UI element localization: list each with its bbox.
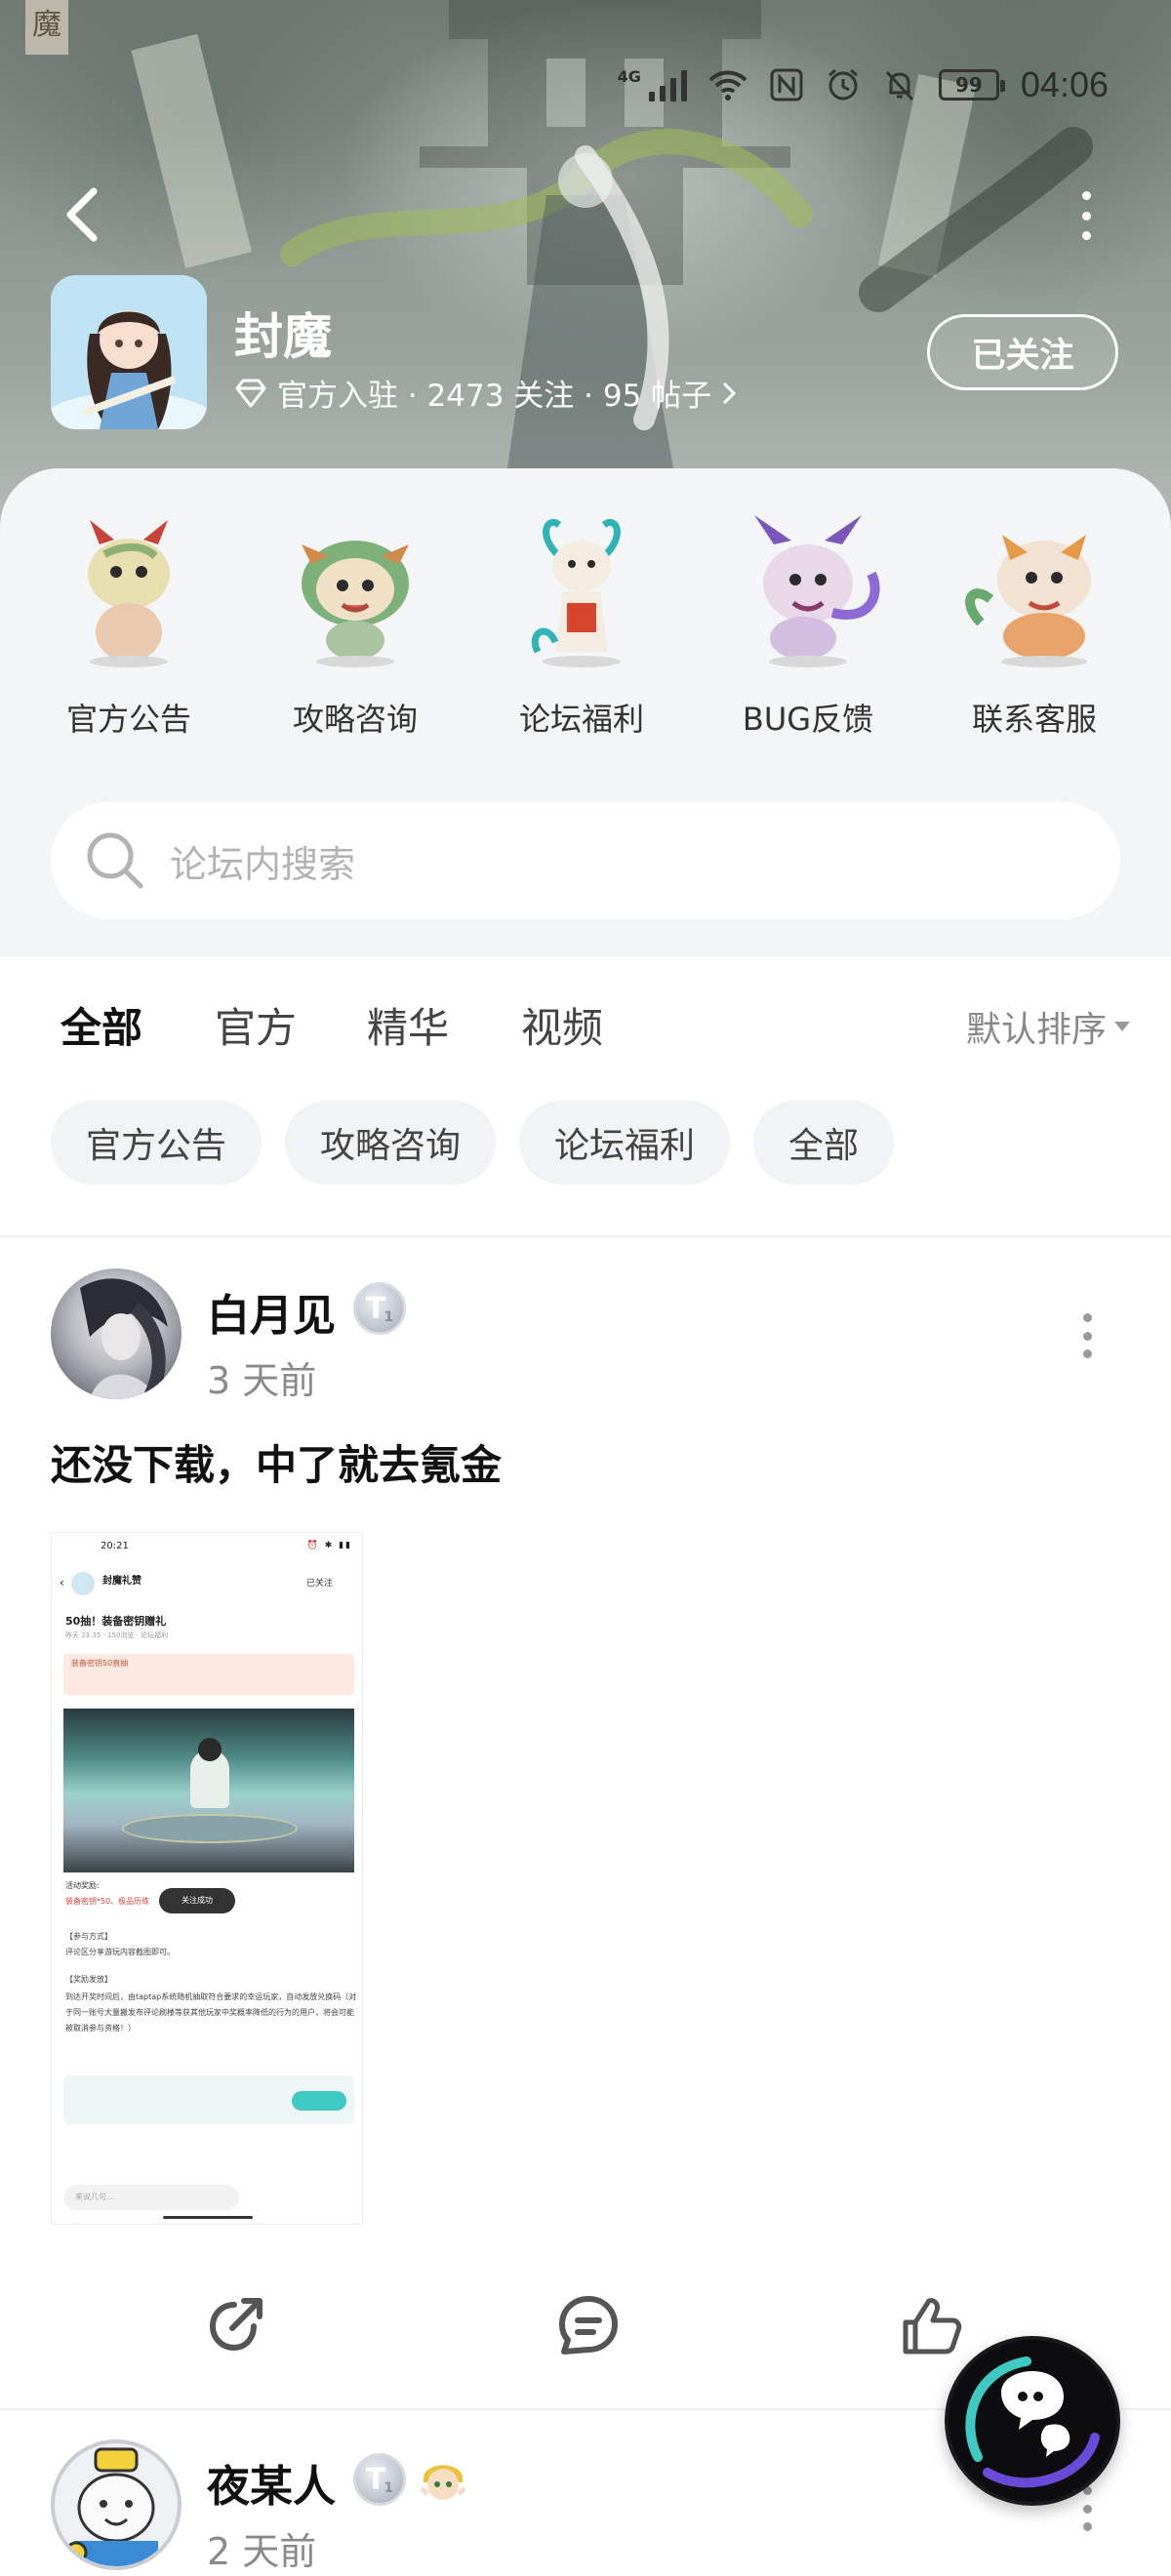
- shot-join-label: 【参与方式】: [65, 1932, 112, 1941]
- shot-card-text: 装备密钥50直抽: [71, 1659, 129, 1668]
- avatar[interactable]: [51, 2439, 182, 2570]
- shot-reward-label: 活动奖励:: [65, 1881, 100, 1890]
- post-time: 2 天前: [207, 2530, 317, 2573]
- post-image[interactable]: 20:21 ⏰ ✱ ▮▮ ‹ 封魔礼赞 已关注 50抽！装备密钥赠礼 昨天 23…: [51, 1532, 363, 2225]
- chip-all[interactable]: 全部: [753, 1101, 895, 1185]
- category-forum-welfare[interactable]: 论坛福利: [468, 505, 695, 740]
- pet-lion-icon: [302, 541, 409, 667]
- post-more-icon[interactable]: [1077, 1313, 1097, 1358]
- game-meta[interactable]: 官方入驻 · 2473 关注 · 95 帖子: [234, 371, 737, 415]
- chat-bubble-icon: [965, 2356, 1100, 2488]
- category-list: 官方公告 攻略咨询 论坛福利 BUG反馈 联系客服: [0, 505, 1171, 740]
- tab-featured[interactable]: 精华: [367, 995, 449, 1055]
- shot-artwork: [63, 1709, 354, 1872]
- back-icon[interactable]: [59, 185, 105, 244]
- forum-header-banner: 魔 4G 99 04:06 封魔 官方入驻 · 2473 关注 · 95 帖子 …: [0, 0, 1171, 546]
- category-contact-service[interactable]: 联系客服: [921, 505, 1148, 740]
- follow-button[interactable]: 已关注: [927, 314, 1118, 390]
- category-label: 论坛福利: [518, 701, 644, 738]
- shot-rules-label: 【奖励发放】: [65, 1975, 112, 1984]
- post-more-icon[interactable]: [1077, 2486, 1097, 2531]
- alarm-icon: [828, 68, 858, 101]
- level-badge: T1: [353, 1282, 406, 1335]
- category-label: 官方公告: [65, 701, 191, 738]
- tab-video[interactable]: 视频: [521, 995, 603, 1055]
- shot-join-button: [292, 2091, 346, 2111]
- shot-follow: 已关注: [305, 1579, 333, 1589]
- search-placeholder: 论坛内搜索: [170, 842, 356, 886]
- share-icon[interactable]: [205, 2293, 269, 2357]
- pet-tiger-icon: [965, 535, 1091, 667]
- network-type: 4G: [617, 66, 641, 86]
- like-icon[interactable]: [900, 2293, 964, 2357]
- author-name[interactable]: 夜某人: [207, 2451, 336, 2514]
- tab-all[interactable]: 全部: [61, 995, 142, 1065]
- filter-chips: 官方公告 攻略咨询 论坛福利 全部: [51, 1101, 895, 1185]
- shot-home-indicator: [163, 2216, 253, 2219]
- corner-logo: 魔: [25, 0, 68, 55]
- search-icon: [87, 832, 143, 889]
- shot-join-text: 评论区分享游玩内容截图即可。: [65, 1948, 175, 1956]
- caret-down-icon: [1114, 1022, 1130, 1031]
- mute-icon: [885, 70, 914, 101]
- character-badge-icon: [420, 2465, 466, 2500]
- signal-icon: [648, 68, 687, 101]
- chip-forum-welfare[interactable]: 论坛福利: [519, 1101, 731, 1185]
- pet-qilin-icon: [531, 518, 621, 667]
- category-bug-feedback[interactable]: BUG反馈: [695, 505, 921, 740]
- pet-dragon-icon: [88, 520, 170, 667]
- nfc-icon: [770, 68, 803, 101]
- post-title[interactable]: 还没下载，中了就去氪金: [51, 1432, 502, 1492]
- shot-status-icons: ⏰ ✱ ▮▮: [306, 1541, 352, 1550]
- post-tabs: 全部 官方 精华 视频 默认排序: [0, 976, 1171, 1083]
- wifi-icon: [708, 70, 747, 101]
- avatar[interactable]: [51, 1268, 182, 1399]
- chevron-right-icon: [723, 382, 737, 404]
- status-bar: 4G 99 04:06: [618, 60, 1109, 109]
- shot-rules-text: 到达开奖时间后，由taptap系统随机抽取符合要求的幸运玩家，自动发放兑换码（对…: [65, 1992, 357, 2033]
- status-time: 04:06: [1020, 64, 1109, 104]
- category-official-announcement[interactable]: 官方公告: [16, 505, 242, 740]
- sort-dropdown[interactable]: 默认排序: [966, 1001, 1130, 1052]
- level-badge: T1: [353, 2453, 406, 2506]
- shot-time: 20:21: [101, 1541, 129, 1551]
- shot-avatar: [71, 1572, 95, 1595]
- divider: [0, 1235, 1171, 1237]
- floating-chat-button[interactable]: [945, 2336, 1120, 2506]
- diamond-icon: [235, 379, 266, 407]
- chip-official-announcement[interactable]: 官方公告: [51, 1101, 262, 1185]
- category-strategy-consult[interactable]: 攻略咨询: [242, 505, 468, 740]
- chip-strategy-consult[interactable]: 攻略咨询: [285, 1101, 497, 1185]
- post-time: 3 天前: [207, 1359, 317, 1402]
- shot-reward-text: 装备密钥*50、极品历练: [65, 1897, 150, 1906]
- pet-beast-icon: [754, 515, 880, 667]
- category-panel: 官方公告 攻略咨询 论坛福利 BUG反馈 联系客服 论坛内搜索: [0, 468, 1171, 956]
- author-name[interactable]: 白月见: [207, 1280, 336, 1343]
- battery-icon: 99: [938, 69, 1005, 101]
- shot-back-icon: ‹: [60, 1576, 64, 1590]
- category-label: BUG反馈: [742, 701, 874, 738]
- game-avatar: [51, 275, 207, 429]
- shot-comment-input: 来说几句...: [63, 2185, 239, 2210]
- category-label: 联系客服: [971, 701, 1097, 738]
- sort-label: 默认排序: [965, 1010, 1107, 1050]
- comment-icon[interactable]: [556, 2293, 621, 2357]
- game-name: 封魔: [234, 308, 332, 365]
- shot-account-name: 封魔礼赞: [102, 1576, 141, 1587]
- category-label: 攻略咨询: [292, 701, 418, 738]
- shot-toast: 关注成功: [159, 1888, 235, 1913]
- shot-post-title: 50抽！装备密钥赠礼: [65, 1615, 167, 1628]
- tab-official[interactable]: 官方: [215, 995, 297, 1055]
- game-meta-text: 官方入驻 · 2473 关注 · 95 帖子: [277, 379, 712, 414]
- more-options-icon[interactable]: [1071, 191, 1101, 240]
- shot-post-meta: 昨天 23:35 · 150浏览 · 论坛福利: [65, 1631, 169, 1639]
- forum-search-bar[interactable]: 论坛内搜索: [51, 802, 1120, 919]
